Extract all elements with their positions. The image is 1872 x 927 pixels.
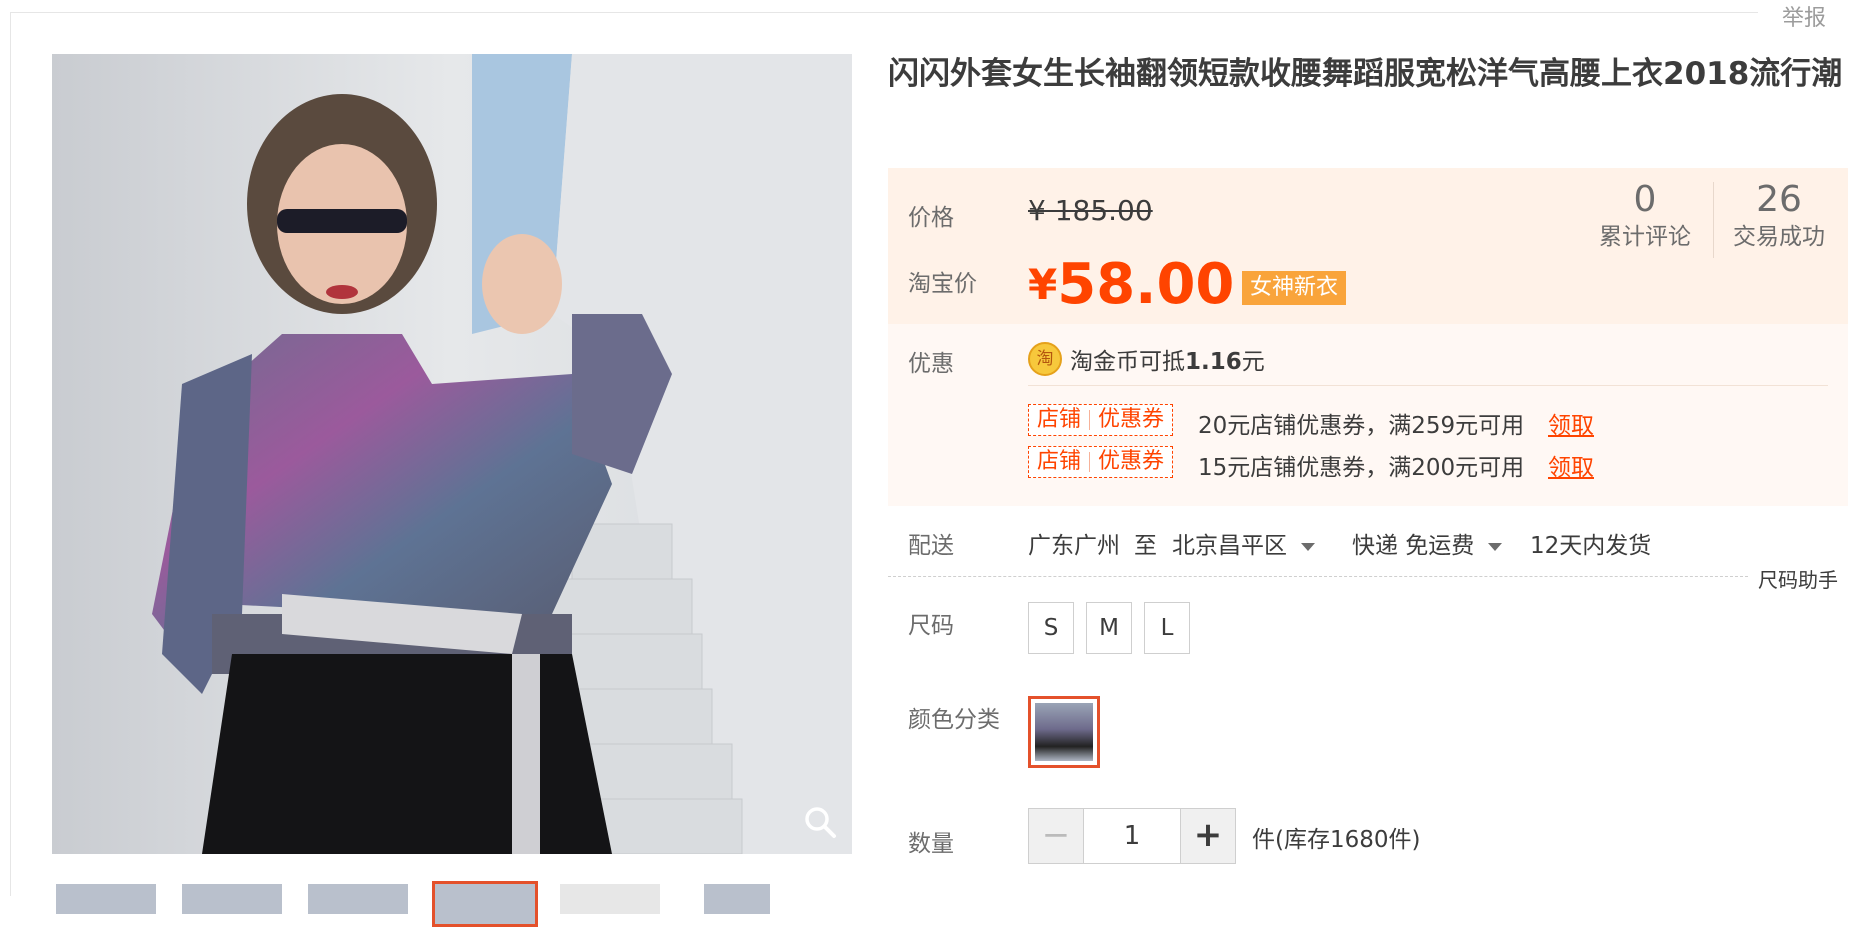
color-option[interactable]: [1028, 696, 1100, 768]
magnifier-icon[interactable]: [800, 802, 840, 842]
taobao-price-label: 淘宝价: [908, 271, 977, 297]
quantity-input[interactable]: 1: [1084, 809, 1180, 863]
original-price: ¥ 185.00: [1028, 194, 1153, 227]
delivery-row: 配送 广东广州 至 北京昌平区 快递 免运费 12天内发货: [888, 520, 1848, 576]
coupon-tag-shop: 店铺: [1037, 449, 1082, 474]
increase-quantity-button[interactable]: +: [1180, 809, 1235, 863]
caret-down-icon: [1488, 542, 1503, 551]
taobao-price: ¥58.00: [1028, 252, 1234, 317]
destination-select[interactable]: 北京昌平区: [1172, 526, 1315, 560]
promo-panel: 优惠 淘 淘金币可抵1.16元 店铺 优惠券 20元店铺优惠券，满259元可用 领…: [888, 324, 1848, 506]
delivery-label: 配送: [908, 533, 954, 559]
coupon-description: 20元店铺优惠券，满259元可用: [1198, 413, 1525, 439]
coin-text-suffix: 元: [1241, 349, 1265, 375]
coin-text-prefix: 淘金币可抵: [1070, 349, 1185, 375]
destination-value: 北京昌平区: [1172, 533, 1287, 559]
quantity-label: 数量: [908, 831, 954, 857]
coupon-tag: 店铺 优惠券: [1028, 404, 1174, 436]
page-frame-left: [10, 12, 11, 896]
currency-symbol: ¥: [1028, 260, 1058, 309]
claim-coupon-link[interactable]: 领取: [1548, 448, 1594, 482]
size-option-m[interactable]: M: [1086, 602, 1132, 654]
taobao-coin-icon: 淘: [1028, 342, 1062, 376]
claim-coupon-link[interactable]: 领取: [1548, 406, 1594, 440]
ship-to-word: 至: [1134, 533, 1157, 559]
coupon-tag-shop: 店铺: [1037, 407, 1082, 432]
main-product-image[interactable]: [52, 54, 852, 854]
thumbnail-2[interactable]: [182, 884, 282, 914]
thumbnail-3[interactable]: [308, 884, 408, 914]
section-divider: [888, 576, 1748, 577]
deal-label: 交易成功: [1733, 224, 1825, 250]
thumbnail-5[interactable]: [560, 884, 660, 914]
size-option-s[interactable]: S: [1028, 602, 1074, 654]
price-label: 价格: [908, 205, 954, 231]
coin-deduction-text: 淘金币可抵1.16元: [1070, 342, 1265, 376]
promo-label: 优惠: [908, 351, 954, 377]
product-photo: [52, 54, 852, 854]
color-swatch-image: [1035, 703, 1093, 761]
coupon-tag-type: 优惠券: [1098, 449, 1165, 474]
ship-time: 12天内发货: [1530, 533, 1652, 559]
thumbnail-6[interactable]: [704, 884, 770, 914]
caret-down-icon: [1301, 542, 1315, 551]
page-frame-top: [10, 12, 1758, 13]
size-option-l[interactable]: L: [1144, 602, 1190, 654]
shipping-method-value: 快递 免运费: [1352, 533, 1475, 559]
thumbnail-4[interactable]: [432, 881, 538, 927]
decrease-quantity-button[interactable]: −: [1029, 809, 1084, 863]
coupon-description: 15元店铺优惠券，满200元可用: [1198, 455, 1525, 481]
price-panel: 价格 ¥ 185.00 淘宝价 ¥58.00 女神新衣 0 累计评论 26 交易…: [888, 168, 1848, 324]
quantity-stepper: − 1 +: [1028, 808, 1236, 864]
color-label: 颜色分类: [908, 707, 1000, 733]
promo-badge: 女神新衣: [1242, 271, 1347, 305]
coupon-tag: 店铺 优惠券: [1028, 446, 1174, 478]
shipping-method-select[interactable]: 快递 免运费: [1352, 526, 1503, 560]
report-link[interactable]: 举报: [1776, 0, 1833, 32]
coupon-tag-type: 优惠券: [1098, 407, 1165, 432]
taobao-price-value: 58.00: [1057, 252, 1235, 317]
deal-stat: 26 交易成功: [1714, 178, 1844, 252]
review-label: 累计评论: [1599, 224, 1691, 250]
ship-from: 广东广州: [1028, 533, 1120, 559]
stock-text: 件(库存1680件): [1252, 827, 1421, 853]
review-stat[interactable]: 0 累计评论: [1580, 178, 1710, 252]
promo-divider: [1028, 385, 1828, 386]
thumbnail-1[interactable]: [56, 884, 156, 914]
deal-count: 26: [1756, 179, 1802, 220]
size-label: 尺码: [908, 613, 954, 639]
coin-amount: 1.16: [1185, 349, 1242, 375]
product-title: 闪闪外套女生长袖翻领短款收腰舞蹈服宽松洋气高腰上衣2018流行潮: [888, 56, 1843, 92]
review-count: 0: [1633, 179, 1657, 220]
size-helper-link[interactable]: 尺码助手: [1754, 564, 1838, 593]
